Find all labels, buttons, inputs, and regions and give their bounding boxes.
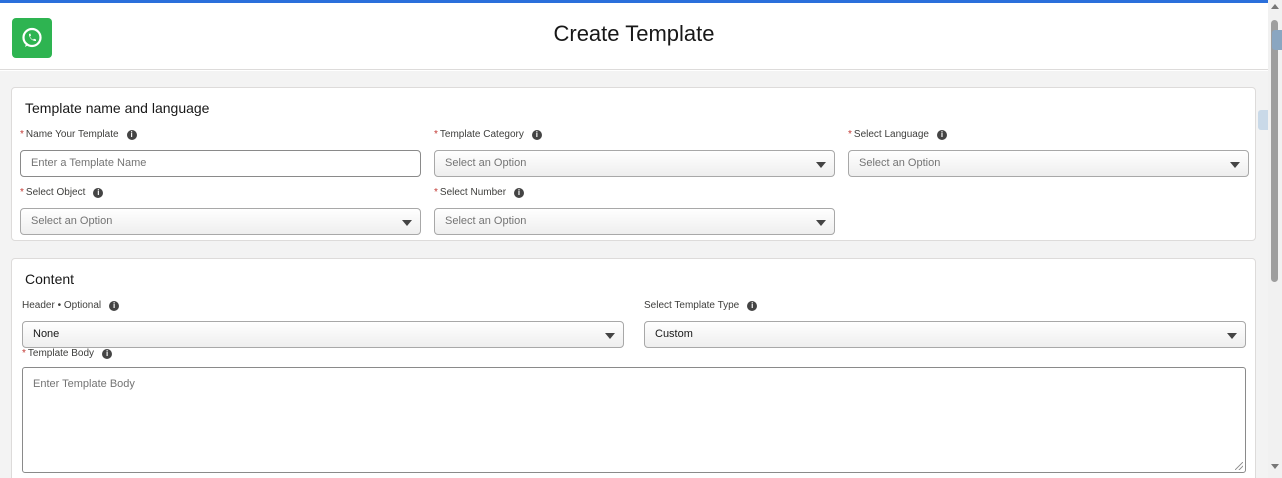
header-select[interactable]: None [22, 321, 624, 348]
label-text: Select Template Type [644, 300, 740, 311]
label-text: Header • Optional [22, 300, 102, 311]
section-title: Template name and language [25, 100, 210, 116]
vertical-scrollbar[interactable] [1268, 0, 1282, 478]
required-marker: * [22, 348, 26, 359]
select-language-label: * Select Language i [848, 128, 1249, 142]
required-marker: * [434, 187, 438, 198]
page-header: Create Template [0, 3, 1268, 70]
select-number-field: * Select Number i Select an Option [434, 186, 835, 235]
utility-panel-toggle[interactable] [1272, 30, 1282, 50]
label-text: Template Category [439, 129, 524, 140]
required-marker: * [848, 129, 852, 140]
label-text: Select Number [439, 187, 507, 198]
header-optional-label: Header • Optional i [22, 299, 624, 313]
chevron-down-icon [605, 333, 615, 339]
template-type-field: Select Template Type i Custom [644, 299, 1246, 348]
label-text: Template Body [27, 348, 95, 359]
info-icon[interactable]: i [936, 130, 947, 140]
select-object-field: * Select Object i Select an Option [20, 186, 421, 235]
select-value: Select an Option [445, 215, 527, 227]
template-type-select[interactable]: Custom [644, 321, 1246, 348]
info-icon[interactable]: i [126, 130, 137, 140]
template-name-field: * Name Your Template i Enter a Template … [20, 128, 421, 177]
header-optional-field: Header • Optional i None [22, 299, 624, 348]
select-value: Select an Option [31, 215, 113, 227]
name-language-card: Template name and language * Name Your T… [11, 87, 1256, 241]
chevron-down-icon [1230, 162, 1240, 168]
select-number-select[interactable]: Select an Option [434, 208, 835, 235]
scroll-up-icon[interactable] [1271, 4, 1279, 9]
scroll-down-icon[interactable] [1271, 464, 1279, 469]
template-category-select[interactable]: Select an Option [434, 150, 835, 177]
info-icon[interactable]: i [109, 301, 120, 311]
template-body-field: * Template Body i Enter Template Body [22, 347, 1246, 473]
page-title: Create Template [553, 21, 715, 46]
section-title: Content [25, 271, 75, 287]
resize-handle-icon[interactable] [1235, 462, 1243, 470]
select-value: Select an Option [859, 157, 941, 169]
info-icon[interactable]: i [747, 301, 758, 311]
select-value: Custom [655, 328, 693, 340]
select-object-select[interactable]: Select an Option [20, 208, 421, 235]
select-value: None [33, 328, 60, 340]
scrollbar-thumb[interactable] [1271, 20, 1278, 282]
template-category-field: * Template Category i Select an Option [434, 128, 835, 177]
info-icon[interactable]: i [102, 349, 113, 359]
template-name-input[interactable]: Enter a Template Name [20, 150, 421, 177]
required-marker: * [20, 187, 24, 198]
textarea-placeholder: Enter Template Body [33, 378, 135, 390]
chevron-down-icon [816, 162, 826, 168]
select-language-field: * Select Language i Select an Option [848, 128, 1249, 177]
template-name-label: * Name Your Template i [20, 128, 421, 142]
side-panel-toggle[interactable] [1258, 110, 1268, 130]
chevron-down-icon [1227, 333, 1237, 339]
info-icon[interactable]: i [531, 130, 542, 140]
select-number-label: * Select Number i [434, 186, 835, 200]
select-language-select[interactable]: Select an Option [848, 150, 1249, 177]
label-text: Select Language [853, 129, 929, 140]
required-marker: * [20, 129, 24, 140]
template-body-textarea[interactable]: Enter Template Body [22, 367, 1246, 473]
template-body-label: * Template Body i [22, 347, 1246, 361]
content-card: Content Header • Optional i None Select … [11, 258, 1256, 478]
required-marker: * [434, 129, 438, 140]
form-body: Template name and language * Name Your T… [0, 71, 1268, 478]
chevron-down-icon [816, 220, 826, 226]
label-text: Select Object [25, 187, 86, 198]
chevron-down-icon [402, 220, 412, 226]
info-icon[interactable]: i [514, 188, 525, 198]
info-icon[interactable]: i [93, 188, 104, 198]
select-value: Select an Option [445, 157, 527, 169]
label-text: Name Your Template [25, 129, 119, 140]
template-category-label: * Template Category i [434, 128, 835, 142]
template-type-label: Select Template Type i [644, 299, 1246, 313]
select-object-label: * Select Object i [20, 186, 421, 200]
